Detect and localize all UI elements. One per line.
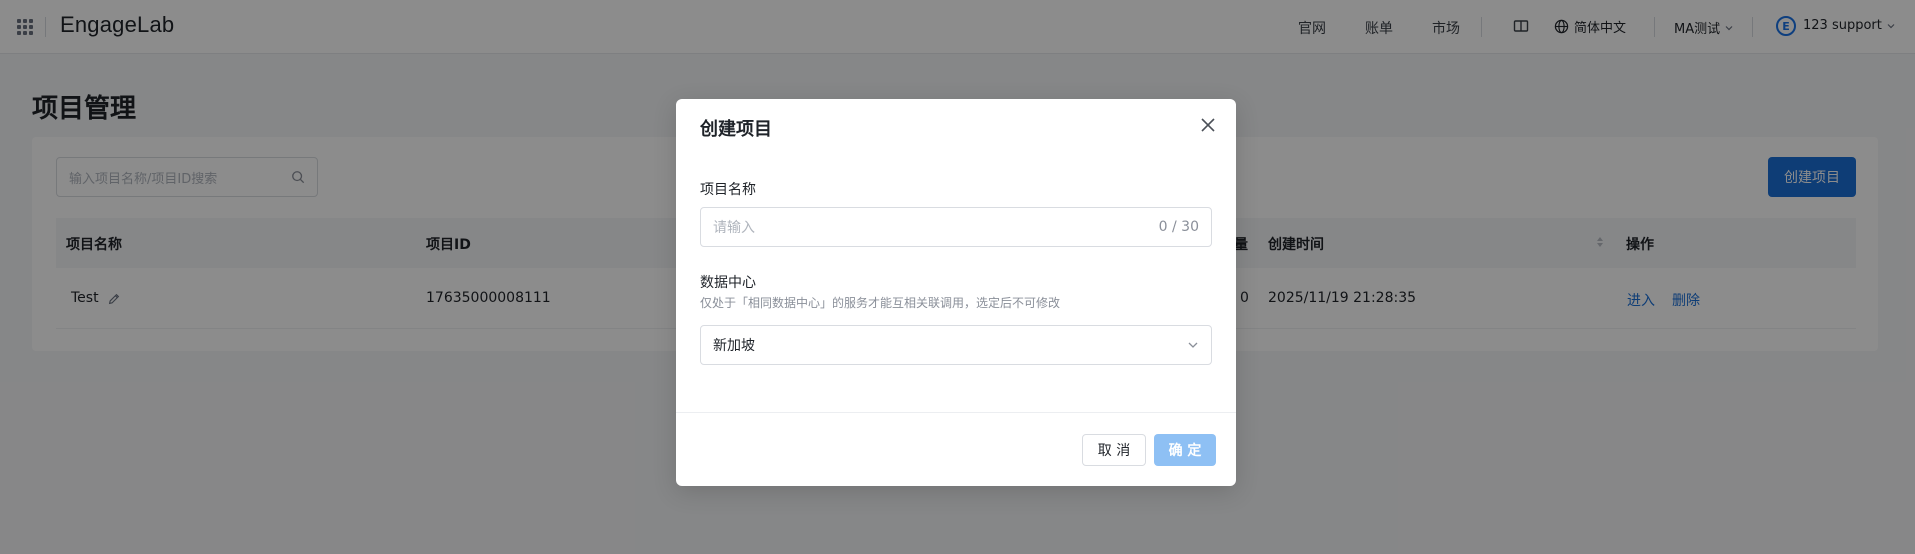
close-icon[interactable] [1198,115,1218,135]
char-counter: 0 / 30 [1158,219,1199,235]
project-name-input[interactable]: 请输入 0 / 30 [700,207,1212,247]
data-center-hint: 仅处于「相同数据中心」的服务才能互相关联调用，选定后不可修改 [700,296,1061,310]
cancel-button[interactable]: 取 消 [1082,434,1146,466]
dialog-title: 创建项目 [700,119,772,140]
data-center-select[interactable]: 新加坡 [700,325,1212,365]
confirm-button[interactable]: 确 定 [1154,434,1216,466]
data-center-value: 新加坡 [713,338,755,354]
project-name-label: 项目名称 [700,182,756,198]
project-name-placeholder: 请输入 [713,220,755,236]
data-center-label: 数据中心 [700,275,756,291]
create-project-dialog: 创建项目 项目名称 请输入 0 / 30 数据中心 仅处于「相同数据中心」的服务… [676,99,1236,486]
chevron-down-icon [1188,342,1198,348]
dialog-footer-divider [676,412,1236,413]
